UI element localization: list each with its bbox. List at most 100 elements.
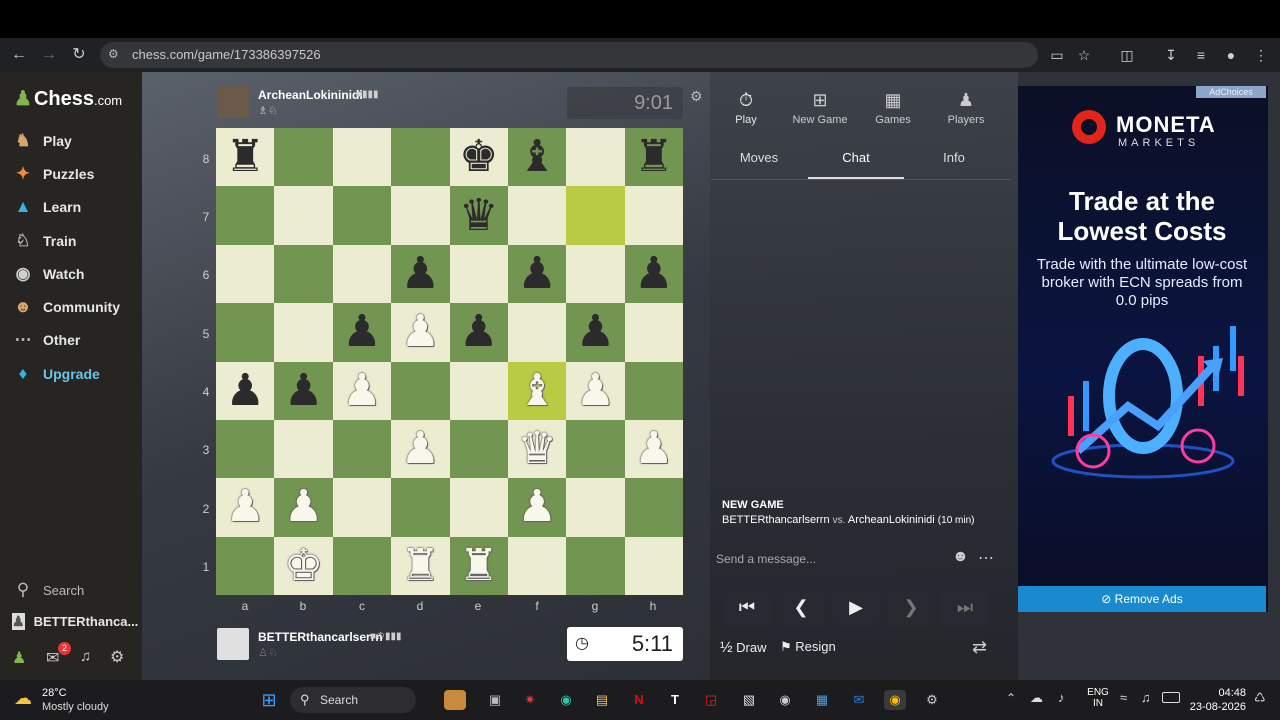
install-icon[interactable]: ▭ xyxy=(1046,44,1068,66)
resign-button[interactable]: ⚑ Resign xyxy=(780,639,836,655)
square-h1[interactable] xyxy=(624,536,683,595)
sidebar-item-train[interactable]: ♘ Train xyxy=(12,228,138,254)
square-d5[interactable]: ♟ xyxy=(391,303,450,362)
square-f5[interactable] xyxy=(507,303,567,362)
square-b8[interactable] xyxy=(274,128,333,187)
mcafee-icon[interactable]: ✷ xyxy=(519,690,541,710)
remove-ads-button[interactable]: ⊘ Remove Ads xyxy=(1018,586,1266,612)
sidebar-item-upgrade[interactable]: ♦ Upgrade xyxy=(12,361,138,387)
netflix-icon[interactable]: N xyxy=(628,690,650,710)
square-h7[interactable] xyxy=(624,186,683,245)
app-icon[interactable]: ⚙ xyxy=(921,690,943,710)
last-move-button[interactable]: ⏭ xyxy=(941,588,989,626)
bell-icon[interactable]: ♫ xyxy=(80,648,91,665)
square-g4[interactable]: ♟ xyxy=(566,361,625,420)
reading-list-icon[interactable]: ≡ xyxy=(1190,44,1212,66)
black-pawn-icon[interactable]: ♟ xyxy=(284,368,323,413)
black-rook-icon[interactable]: ♜ xyxy=(634,135,673,179)
black-king-icon[interactable]: ♚ xyxy=(459,135,498,179)
draw-button[interactable]: ½ Draw xyxy=(720,639,766,656)
white-pawn-icon[interactable]: ♟ xyxy=(401,310,440,354)
square-e7[interactable]: ♛ xyxy=(449,186,508,245)
weather-icon[interactable]: ☁ xyxy=(14,688,32,709)
square-a4[interactable]: ♟ xyxy=(216,361,275,420)
next-move-button[interactable]: ❯ xyxy=(887,588,935,626)
task-view-icon[interactable]: ▣ xyxy=(484,690,506,710)
square-h2[interactable] xyxy=(624,478,683,537)
outlook-icon[interactable]: ✉ xyxy=(848,690,870,710)
square-c8[interactable] xyxy=(332,128,392,187)
address-bar[interactable]: ⚙ chess.com/game/173386397526 xyxy=(100,42,1038,68)
square-c7[interactable] xyxy=(332,186,392,245)
square-h8[interactable]: ♜ xyxy=(624,128,683,187)
square-g5[interactable]: ♟ xyxy=(566,303,625,362)
extensions-icon[interactable]: ◫ xyxy=(1116,44,1138,66)
square-c3[interactable] xyxy=(332,419,392,479)
square-b6[interactable] xyxy=(274,244,333,304)
sidebar-search[interactable]: ⚲ Search xyxy=(12,577,138,603)
square-f1[interactable] xyxy=(507,536,567,595)
square-d6[interactable]: ♟ xyxy=(391,244,450,304)
weather-temp[interactable]: 28°C xyxy=(42,687,67,699)
chrome-icon[interactable]: ◉ xyxy=(884,690,906,710)
black-bishop-icon[interactable]: ♝ xyxy=(517,135,556,179)
previous-move-button[interactable]: ❮ xyxy=(777,588,825,626)
black-pawn-icon[interactable]: ♟ xyxy=(225,368,264,413)
square-g1[interactable] xyxy=(566,536,625,595)
subtab-moves[interactable]: Moves xyxy=(711,150,807,165)
back-icon[interactable]: ← xyxy=(8,44,30,66)
white-pawn-icon[interactable]: ♟ xyxy=(634,427,673,471)
microphone-icon[interactable]: ♪ xyxy=(1058,690,1065,705)
square-b7[interactable] xyxy=(274,186,333,245)
sidebar-item-community[interactable]: ☻ Community xyxy=(12,294,138,320)
square-b1[interactable]: ♚ xyxy=(274,536,333,595)
opponent-name[interactable]: ArcheanLokininidi xyxy=(258,88,363,102)
board-settings-gear-icon[interactable]: ⚙ xyxy=(690,88,703,105)
adchoices-label[interactable]: AdChoices xyxy=(1196,86,1266,98)
tab-new-game[interactable]: ⊞ New Game xyxy=(785,90,855,126)
square-a8[interactable]: ♜ xyxy=(216,128,275,187)
notepad-icon[interactable]: ▧ xyxy=(738,690,760,710)
square-h3[interactable]: ♟ xyxy=(624,419,683,479)
square-f2[interactable]: ♟ xyxy=(507,478,567,537)
black-pawn-icon[interactable]: ♟ xyxy=(576,310,615,354)
sidebar-item-learn[interactable]: ▲ Learn xyxy=(12,194,138,220)
square-e6[interactable] xyxy=(449,244,508,304)
play-moves-button[interactable]: ▶ xyxy=(832,588,880,626)
advertisement[interactable] xyxy=(1018,86,1268,612)
white-pawn-icon[interactable]: ♟ xyxy=(517,485,556,529)
forward-icon[interactable]: → xyxy=(38,44,60,66)
black-pawn-icon[interactable]: ♟ xyxy=(401,251,440,296)
clock-date[interactable]: 23-08-2026 xyxy=(1186,701,1246,713)
square-d4[interactable] xyxy=(391,361,450,420)
square-d7[interactable] xyxy=(391,186,450,245)
white-king-icon[interactable]: ♚ xyxy=(284,543,323,588)
clock-time[interactable]: 04:48 xyxy=(1206,687,1246,699)
square-a1[interactable] xyxy=(216,536,275,595)
sidebar-item-other[interactable]: ⋯ Other xyxy=(12,327,138,353)
square-d8[interactable] xyxy=(391,128,450,187)
subtab-chat[interactable]: Chat xyxy=(808,150,904,165)
square-b4[interactable]: ♟ xyxy=(274,361,333,420)
square-b5[interactable] xyxy=(274,303,333,362)
edge-icon[interactable]: ◉ xyxy=(555,690,577,710)
weather-desc[interactable]: Mostly cloudy xyxy=(42,701,109,713)
white-rook-icon[interactable]: ♜ xyxy=(459,543,498,588)
white-pawn-icon[interactable]: ♟ xyxy=(576,368,615,413)
square-f7[interactable] xyxy=(507,186,567,245)
square-h6[interactable]: ♟ xyxy=(624,244,683,304)
square-d2[interactable] xyxy=(391,478,450,537)
camera-icon[interactable]: ◉ xyxy=(774,690,796,710)
site-info-icon[interactable]: ⚙ xyxy=(108,47,119,61)
square-e3[interactable] xyxy=(449,419,508,479)
white-pawn-icon[interactable]: ♟ xyxy=(225,485,264,529)
square-e8[interactable]: ♚ xyxy=(449,128,508,187)
square-g2[interactable] xyxy=(566,478,625,537)
sidebar-item-puzzles[interactable]: ✦ Puzzles xyxy=(12,161,138,187)
sidebar-item-play[interactable]: ♞ Play xyxy=(12,128,138,154)
search-highlight-icon[interactable] xyxy=(444,690,466,710)
square-g8[interactable] xyxy=(566,128,625,187)
menu-icon[interactable]: ⋮ xyxy=(1250,44,1272,66)
black-pawn-icon[interactable]: ♟ xyxy=(342,310,381,354)
bookmark-star-icon[interactable]: ☆ xyxy=(1073,44,1095,66)
